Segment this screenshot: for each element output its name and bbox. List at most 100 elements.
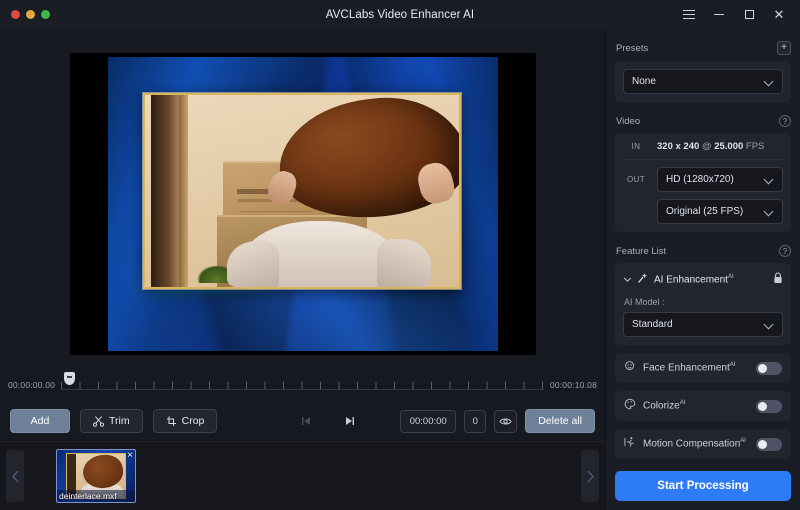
video-section-header: Video ? xyxy=(616,115,791,127)
ai-enhancement-label: AI EnhancementAI xyxy=(654,274,734,286)
ai-model-label: AI Model : xyxy=(624,297,665,307)
input-resolution: 320 x 240 xyxy=(657,141,700,152)
video-input-row: IN 320 x 240 @ 25.000 FPS xyxy=(623,141,783,152)
close-icon[interactable]: ✕ xyxy=(772,8,786,22)
presets-section-header: Presets + xyxy=(616,41,791,55)
crop-button-label: Crop xyxy=(181,415,205,427)
delete-all-button[interactable]: Delete all xyxy=(525,409,595,433)
ai-enhancement-card: AI EnhancementAI AI Model : Standard xyxy=(615,263,791,345)
help-icon[interactable]: ? xyxy=(779,245,791,257)
face-enhancement-label: Face EnhancementAI xyxy=(643,362,736,374)
colorize-label: ColorizeAI xyxy=(643,400,686,412)
list-item[interactable]: × deinterlace.mxf xyxy=(56,449,136,503)
output-framerate-value: Original (25 FPS) xyxy=(666,206,744,217)
ai-model-select[interactable]: Standard xyxy=(623,312,783,337)
film-strip-items: × deinterlace.mxf xyxy=(30,449,575,503)
maximize-dot[interactable] xyxy=(41,10,50,19)
timeline-ruler xyxy=(61,379,544,390)
close-dot[interactable] xyxy=(11,10,20,19)
video-card: IN 320 x 240 @ 25.000 FPS OUT HD (1280x7… xyxy=(615,133,791,232)
menu-icon[interactable] xyxy=(682,8,696,22)
video-divider xyxy=(623,159,783,160)
output-framerate-select[interactable]: Original (25 FPS) xyxy=(657,199,783,224)
chevron-down-icon[interactable] xyxy=(623,271,632,289)
start-processing-button[interactable]: Start Processing xyxy=(615,471,791,501)
colorize-toggle[interactable] xyxy=(756,399,782,413)
minimize-dot[interactable] xyxy=(26,10,35,19)
letterbox-top xyxy=(69,53,536,57)
input-fps-unit: FPS xyxy=(745,141,765,152)
video-title: Video xyxy=(616,115,641,127)
output-resolution-select[interactable]: HD (1280x720) xyxy=(657,167,783,192)
add-button[interactable]: Add xyxy=(10,409,70,433)
ai-superscript: AI xyxy=(727,274,734,281)
input-fps: 25.000 xyxy=(714,141,744,152)
input-spec: 320 x 240 @ 25.000 FPS xyxy=(657,141,764,152)
presets-title: Presets xyxy=(616,42,649,54)
palette-icon xyxy=(624,397,636,415)
ai-model-value: Standard xyxy=(632,319,673,330)
eye-icon[interactable] xyxy=(494,409,518,433)
ai-superscript: AI xyxy=(679,400,686,407)
preset-select-value: None xyxy=(632,76,656,87)
feature-row-colorize[interactable]: ColorizeAI xyxy=(615,391,791,421)
motion-icon xyxy=(624,435,636,453)
application-window: AVCLabs Video Enhancer AI ✕ 00:00:00.00 … xyxy=(0,0,800,510)
timeline-end-time: 00:00:10.08 xyxy=(549,380,597,390)
feature-row-motion-compensation[interactable]: Motion CompensationAI xyxy=(615,429,791,459)
window-title: AVCLabs Video Enhancer AI xyxy=(325,8,475,21)
next-frame-icon[interactable] xyxy=(341,412,359,430)
lock-icon[interactable] xyxy=(773,271,783,289)
magic-wand-icon xyxy=(637,271,649,289)
add-preset-button[interactable]: + xyxy=(777,41,791,55)
ai-superscript: AI xyxy=(729,362,736,369)
video-output-row: OUT HD (1280x720) xyxy=(623,167,783,192)
frame-navigation xyxy=(297,412,359,430)
feature-row-face-enhancement[interactable]: Face EnhancementAI xyxy=(615,353,791,383)
ai-superscript: AI xyxy=(740,438,746,445)
inset-shoulder-right xyxy=(376,239,431,287)
chevron-right-icon[interactable] xyxy=(581,450,599,502)
motion-compensation-toggle[interactable] xyxy=(756,437,782,451)
trim-button-label: Trim xyxy=(109,415,130,427)
letterbox-right xyxy=(497,53,536,355)
minimize-icon[interactable] xyxy=(712,8,726,22)
film-strip: × deinterlace.mxf xyxy=(0,441,605,510)
timeline-start-time: 00:00:00.00 xyxy=(8,380,56,390)
chevron-down-icon xyxy=(765,175,774,184)
presets-card: None xyxy=(615,61,791,102)
frame-number-field[interactable]: 0 xyxy=(464,409,487,433)
traffic-lights xyxy=(0,10,50,19)
remove-clip-icon[interactable]: × xyxy=(127,451,133,461)
title-bar: AVCLabs Video Enhancer AI ✕ xyxy=(0,0,800,29)
face-enhancement-toggle[interactable] xyxy=(756,361,782,375)
timeline[interactable]: 00:00:00.00 00:00:10.08 xyxy=(0,369,605,401)
current-time-field[interactable]: 00:00:00 xyxy=(400,409,457,433)
preset-select[interactable]: None xyxy=(623,69,783,94)
ai-enhancement-header[interactable]: AI EnhancementAI xyxy=(623,271,783,289)
editor-toolbar: Add Trim Crop 00:00:00 0 Delete all xyxy=(0,401,605,441)
letterbox-left xyxy=(69,53,108,355)
crop-button[interactable]: Crop xyxy=(152,409,218,433)
input-at-symbol: @ xyxy=(701,141,712,152)
maximize-icon[interactable] xyxy=(742,8,756,22)
chevron-left-icon[interactable] xyxy=(6,450,24,502)
output-resolution-value: HD (1280x720) xyxy=(666,174,734,185)
editor-area: 00:00:00.00 00:00:10.08 Add Trim Crop 00… xyxy=(0,29,605,510)
chevron-down-icon xyxy=(765,77,774,86)
feature-list-title: Feature List xyxy=(616,245,667,257)
timeline-track[interactable] xyxy=(61,372,544,394)
delete-all-label: Delete all xyxy=(538,415,582,427)
preview-inset-picture xyxy=(142,93,461,289)
clip-filename: deinterlace.mxf xyxy=(57,490,135,502)
feature-list-section-header: Feature List ? xyxy=(616,245,791,257)
trim-button[interactable]: Trim xyxy=(80,409,143,433)
video-framerate-row: Original (25 FPS) xyxy=(623,199,783,224)
preview-stage xyxy=(0,29,605,369)
window-controls: ✕ xyxy=(682,8,800,22)
main-body: 00:00:00.00 00:00:10.08 Add Trim Crop 00… xyxy=(0,29,800,510)
help-icon[interactable]: ? xyxy=(779,115,791,127)
inset-door-edge xyxy=(178,95,188,287)
video-preview[interactable] xyxy=(69,53,536,355)
previous-frame-icon[interactable] xyxy=(297,412,315,430)
